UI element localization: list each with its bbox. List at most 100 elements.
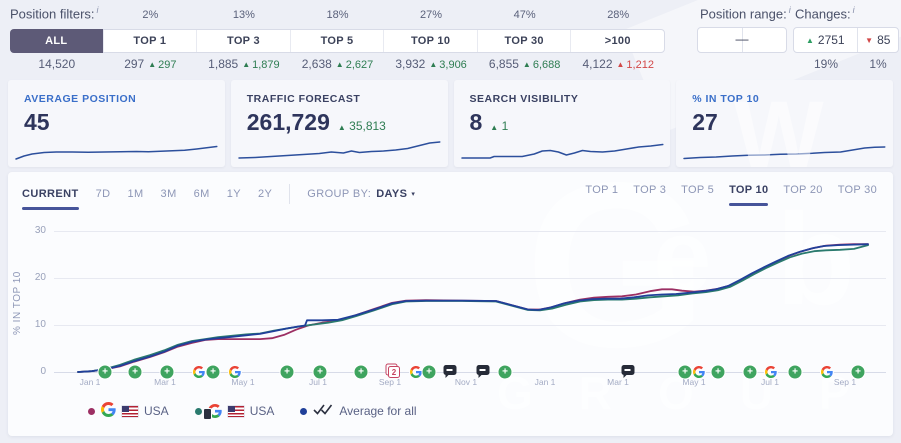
count-delta: 6,688 <box>533 59 561 71</box>
metric-card-average-position[interactable]: AVERAGE POSITION45 <box>8 80 225 167</box>
sparkline <box>462 132 663 162</box>
comment-marker-icon[interactable] <box>444 365 457 375</box>
sparkline <box>684 132 885 162</box>
changes-down-percent: 1% <box>869 57 886 71</box>
google-marker-icon[interactable] <box>192 365 206 379</box>
position-range-input[interactable]: — <box>697 27 787 53</box>
legend-label: USA <box>144 404 169 418</box>
google-marker-icon[interactable] <box>228 365 242 379</box>
x-date-label: Sep 1 <box>379 377 401 387</box>
google-icon <box>693 366 705 378</box>
legend-label: Average for all <box>339 404 416 418</box>
info-icon[interactable]: i <box>853 5 855 15</box>
plus-marker-icon[interactable]: + <box>98 365 113 380</box>
changes-label-text: Changes: <box>795 6 851 21</box>
position-filters-label: Position filters:i <box>10 5 99 21</box>
metric-card-traffic-forecast[interactable]: TRAFFIC FORECAST261,729▲ 35,813 <box>231 80 448 167</box>
x-date-label: Sep 1 <box>834 377 856 387</box>
comment-marker-icon[interactable] <box>622 365 635 375</box>
plus-marker-icon[interactable]: + <box>206 365 221 380</box>
position-range-label-text: Position range: <box>700 6 787 21</box>
chart-legend: USA USA Average for all <box>88 402 417 420</box>
up-arrow-icon: ▲ <box>338 123 346 132</box>
plus-marker-icon[interactable]: + <box>743 365 758 380</box>
x-date-label: Mar 1 <box>607 377 629 387</box>
comment-marker-icon[interactable] <box>477 365 490 375</box>
changes-up-cell[interactable]: ▲ 2751 <box>794 28 857 52</box>
plus-marker-icon[interactable]: + <box>354 365 369 380</box>
count-value: 6,855 <box>489 57 519 71</box>
position-range-label: Position range:i <box>700 5 791 21</box>
count-value: 4,122 <box>582 57 612 71</box>
range-value: — <box>698 31 786 46</box>
rank-tracker-dashboard: Position filters:i 2%13%18%27%47%28% ALL… <box>0 0 901 443</box>
filter-count: 2,638▲2,627 <box>302 57 373 71</box>
filter-tab-all[interactable]: ALL <box>10 29 103 53</box>
line-chart[interactable] <box>8 172 893 436</box>
metric-card-title: TRAFFIC FORECAST <box>247 93 361 105</box>
notes-marker-icon[interactable]: 2 <box>388 366 400 378</box>
filter-count: 3,932▲3,906 <box>395 57 466 71</box>
info-icon[interactable]: i <box>789 5 791 15</box>
filter-tab-top-5[interactable]: TOP 5 <box>290 30 384 52</box>
google-icon <box>765 366 777 378</box>
x-date-label: Nov 1 <box>455 377 477 387</box>
up-arrow-icon-red: ▲ <box>616 60 624 69</box>
count-value: 297 <box>124 57 144 71</box>
position-filter-tabbar: ALLTOP 1TOP 3TOP 5TOP 10TOP 30>100 <box>10 29 665 53</box>
google-icon <box>410 366 422 378</box>
filter-tab-top-3[interactable]: TOP 3 <box>196 30 290 52</box>
plus-marker-icon[interactable]: + <box>160 365 175 380</box>
plus-marker-icon[interactable]: + <box>422 365 437 380</box>
double-check-icon <box>313 403 333 419</box>
plus-marker-icon[interactable]: + <box>498 365 513 380</box>
filter-tab--100[interactable]: >100 <box>570 30 664 52</box>
count-value: 3,932 <box>395 57 425 71</box>
plus-marker-icon[interactable]: + <box>788 365 803 380</box>
count-value: 14,520 <box>38 57 75 71</box>
info-icon[interactable]: i <box>97 5 99 15</box>
filter-tab-top-10[interactable]: TOP 10 <box>383 30 477 52</box>
filter-tab-top-1[interactable]: TOP 1 <box>103 30 197 52</box>
usa-flag-icon <box>122 406 138 417</box>
google-marker-icon[interactable] <box>820 365 834 379</box>
count-delta: 3,906 <box>439 59 467 71</box>
usa-flag-icon <box>228 406 244 417</box>
google-marker-icon[interactable] <box>764 365 778 379</box>
plus-marker-icon[interactable]: + <box>851 365 866 380</box>
count-delta: 297 <box>158 59 176 71</box>
legend-dot <box>300 408 307 415</box>
google-marker-icon[interactable] <box>692 365 706 379</box>
filter-count: 4,122 ▲1,212 <box>582 57 653 71</box>
plus-marker-icon[interactable]: + <box>678 365 693 380</box>
filter-count: 1,885▲1,879 <box>208 57 279 71</box>
plus-marker-icon[interactable]: + <box>711 365 726 380</box>
metric-card-delta: ▲ 35,813 <box>338 119 386 133</box>
changes-down-value: 85 <box>877 33 890 47</box>
metric-card-title: % IN TOP 10 <box>692 93 759 105</box>
plus-marker-icon[interactable]: + <box>280 365 295 380</box>
changes-label: Changes:i <box>795 5 855 21</box>
filter-percent: 13% <box>233 9 255 21</box>
changes-down-cell[interactable]: ▼ 85 <box>857 28 898 52</box>
metric-cards-row: W AVERAGE POSITION45TRAFFIC FORECAST261,… <box>8 80 893 167</box>
plus-marker-icon[interactable]: + <box>313 365 328 380</box>
metric-card--in-top-10[interactable]: % IN TOP 1027 <box>676 80 893 167</box>
x-date-label: Jan 1 <box>535 377 556 387</box>
plus-marker-icon[interactable]: + <box>128 365 143 380</box>
metric-card-delta: ▲ 1 <box>490 119 508 133</box>
metric-card-search-visibility[interactable]: SEARCH VISIBILITY8▲ 1 <box>454 80 671 167</box>
count-delta: 2,627 <box>346 59 374 71</box>
legend-label: USA <box>250 404 275 418</box>
google-mobile-icon <box>208 404 222 418</box>
legend-item[interactable]: USA <box>88 402 169 420</box>
metric-card-title: SEARCH VISIBILITY <box>470 93 579 105</box>
filter-percent: 27% <box>420 9 442 21</box>
legend-item[interactable]: Average for all <box>300 403 416 419</box>
count-delta: 1,212 <box>626 59 654 71</box>
count-delta: 1,879 <box>252 59 280 71</box>
legend-item[interactable]: USA <box>195 404 275 418</box>
google-icon <box>229 366 241 378</box>
chart-panel: G e b GROUP CURRENT7D1M3M6M1Y2Y GROUP BY… <box>8 172 893 436</box>
filter-tab-top-30[interactable]: TOP 30 <box>477 30 571 52</box>
